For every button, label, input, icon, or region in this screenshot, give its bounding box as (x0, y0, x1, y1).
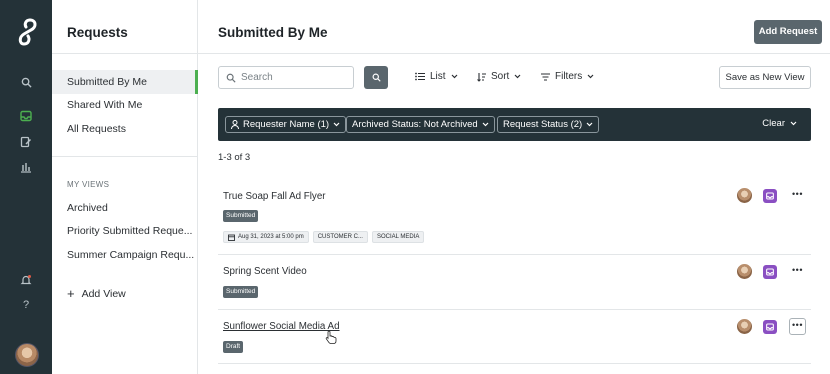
edit-icon[interactable] (19, 135, 33, 149)
filter-icon (541, 73, 550, 80)
help-icon[interactable]: ? (19, 298, 33, 312)
request-row[interactable]: True Soap Fall Ad Flyer Submitted Aug 31… (218, 178, 811, 255)
divider (52, 156, 198, 157)
category-tag: SOCIAL MEDIA (371, 231, 425, 243)
category-tag: CUSTOMER C... (312, 231, 368, 243)
sort-label: Sort (491, 71, 510, 82)
more-options-icon[interactable]: ••• (789, 318, 806, 335)
chevron-down-icon (587, 74, 594, 79)
filter-chip-archived-status[interactable]: Archived Status: Not Archived (346, 116, 495, 133)
filter-chip-label: Archived Status: Not Archived (352, 119, 478, 130)
divider (52, 53, 198, 54)
due-date-tag: Aug 31, 2023 at 5:00 pm (223, 231, 309, 243)
search-icon (226, 73, 236, 83)
sidebar-item-submitted-by-me[interactable]: Submitted By Me (52, 70, 198, 94)
chevron-down-icon (333, 122, 340, 127)
inbox-icon[interactable] (763, 189, 777, 203)
hand-cursor-icon (325, 330, 337, 344)
bell-icon[interactable] (19, 273, 33, 287)
chevron-down-icon (514, 74, 521, 79)
filter-chip-label: Requester Name (1) (243, 119, 330, 130)
request-title[interactable]: Sunflower Social Media Ad (223, 321, 340, 332)
page-title: Submitted By Me (218, 25, 328, 40)
chart-icon[interactable] (19, 160, 33, 174)
app-rail: ? (0, 0, 52, 374)
list-view-dropdown[interactable]: List (415, 71, 458, 82)
add-view-button[interactable]: + Add View (67, 286, 126, 301)
filters-label: Filters (555, 71, 583, 82)
sidebar-title: Requests (67, 25, 128, 40)
assignee-avatar[interactable] (737, 319, 752, 334)
more-options-icon[interactable]: ••• (789, 188, 806, 205)
status-badge: Draft (223, 341, 244, 353)
chevron-down-icon (790, 121, 797, 126)
search-field[interactable] (218, 66, 354, 89)
plus-icon: + (67, 286, 75, 301)
filter-chip-requester-name[interactable]: Requester Name (1) (225, 116, 347, 133)
view-item-archived[interactable]: Archived (52, 196, 198, 220)
sort-dropdown[interactable]: Sort (477, 71, 521, 82)
inbox-icon[interactable] (19, 109, 33, 123)
my-views-heading: MY VIEWS (67, 180, 110, 189)
request-meta: Aug 31, 2023 at 5:00 pm CUSTOMER C... SO… (223, 231, 425, 243)
list-icon (415, 72, 425, 81)
search-input[interactable] (241, 72, 341, 83)
sidebar-item-shared-with-me[interactable]: Shared With Me (52, 93, 198, 117)
request-row[interactable]: Sunflower Social Media Ad Draft ••• (218, 310, 811, 364)
save-as-new-view-button[interactable]: Save as New View (719, 66, 811, 89)
view-item-priority-submitted[interactable]: Priority Submitted Reque... (52, 219, 198, 243)
chevron-down-icon (482, 122, 489, 127)
request-title[interactable]: Spring Scent Video (223, 266, 307, 277)
chevron-down-icon (451, 74, 457, 79)
list-label: List (430, 71, 446, 82)
inbox-icon[interactable] (763, 320, 777, 334)
calendar-icon (228, 234, 235, 241)
user-avatar[interactable] (15, 343, 39, 367)
search-icon[interactable] (19, 75, 33, 89)
filter-chip-request-status[interactable]: Request Status (2) (497, 116, 600, 133)
more-options-icon[interactable]: ••• (789, 264, 806, 281)
active-filters-bar: Requester Name (1) Archived Status: Not … (218, 108, 811, 141)
search-icon (372, 73, 381, 82)
sort-icon (477, 72, 486, 82)
chevron-down-icon (586, 122, 593, 127)
sidebar-item-all-requests[interactable]: All Requests (52, 117, 198, 141)
assignee-avatar[interactable] (737, 264, 752, 279)
assignee-avatar[interactable] (737, 188, 752, 203)
add-request-button[interactable]: Add Request (754, 20, 822, 44)
request-row[interactable]: Spring Scent Video Submitted ••• (218, 255, 811, 310)
inbox-icon[interactable] (763, 265, 777, 279)
filter-chip-label: Request Status (2) (503, 119, 583, 130)
requests-sidebar: Requests Submitted By Me Shared With Me … (52, 0, 198, 374)
filters-dropdown[interactable]: Filters (541, 71, 594, 82)
search-button[interactable] (364, 66, 388, 89)
status-badge: Submitted (223, 210, 259, 222)
due-date: Aug 31, 2023 at 5:00 pm (238, 234, 304, 240)
page-header: Submitted By Me Add Request (198, 0, 830, 54)
request-title[interactable]: True Soap Fall Ad Flyer (223, 191, 326, 202)
view-item-summer-campaign[interactable]: Summer Campaign Requ... (52, 243, 198, 267)
person-icon (231, 120, 239, 129)
status-badge: Submitted (223, 286, 259, 298)
add-view-label: Add View (81, 288, 126, 300)
clear-label: Clear (762, 118, 785, 129)
logo-icon[interactable] (16, 18, 38, 46)
results-count: 1-3 of 3 (218, 152, 251, 163)
clear-filters-button[interactable]: Clear (762, 118, 797, 129)
